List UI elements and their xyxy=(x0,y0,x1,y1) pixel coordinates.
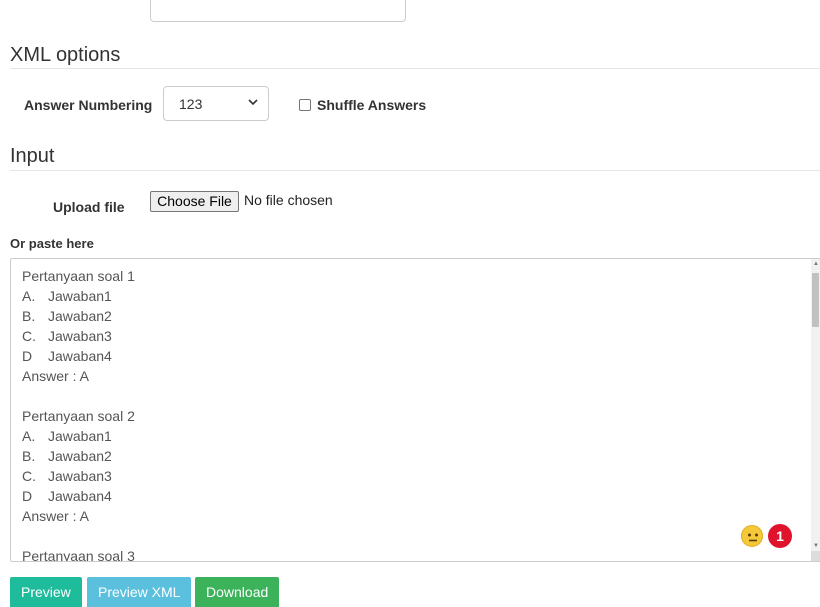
chevron-down-icon xyxy=(248,99,258,106)
neutral-face-glyph xyxy=(748,533,758,542)
textarea-line: Pertanyaan soal 2 xyxy=(22,408,135,424)
download-button[interactable]: Download xyxy=(195,577,280,607)
textarea-line: A. Jawaban1 xyxy=(22,288,112,304)
textarea-line xyxy=(22,526,135,546)
textarea-line: Pertanyaan soal 1 xyxy=(22,268,135,284)
top-text-input[interactable] xyxy=(150,0,406,22)
file-status-text: No file chosen xyxy=(244,192,333,208)
answer-numbering-label: Answer Numbering xyxy=(24,97,153,113)
textarea-line: A. Jawaban1 xyxy=(22,428,112,444)
notification-badge[interactable]: 1 xyxy=(768,524,792,548)
textarea-line: Answer : A xyxy=(22,368,89,384)
input-heading: Input xyxy=(10,145,55,167)
textarea-line: B. Jawaban2 xyxy=(22,308,112,324)
answer-numbering-select[interactable]: 123 xyxy=(163,86,269,121)
textarea-line: Pertanyaan soal 3 xyxy=(22,548,135,562)
shuffle-answers-label: Shuffle Answers xyxy=(317,97,427,113)
input-divider xyxy=(10,170,820,171)
scroll-thumb[interactable] xyxy=(812,273,819,327)
textarea-scrollbar[interactable]: ▲ ▼ xyxy=(811,259,820,561)
textarea-line: D Jawaban4 xyxy=(22,488,112,504)
neutral-face-icon[interactable] xyxy=(741,525,763,547)
resize-grip[interactable] xyxy=(811,551,820,561)
paste-textarea[interactable]: Pertanyaan soal 1 A. Jawaban1 B. Jawaban2 C. J… xyxy=(10,258,820,562)
textarea-line: B. Jawaban2 xyxy=(22,448,112,464)
textarea-content: Pertanyaan soal 1 A. Jawaban1 B. Jawaban2 C. J… xyxy=(22,266,135,562)
textarea-line xyxy=(22,386,135,406)
xml-options-heading: XML options xyxy=(10,44,121,66)
preview-button[interactable]: Preview xyxy=(10,577,82,607)
scroll-down-arrow-icon[interactable]: ▼ xyxy=(813,543,819,549)
scroll-up-arrow-icon[interactable]: ▲ xyxy=(813,261,819,267)
answer-numbering-value: 123 xyxy=(179,96,203,112)
shuffle-answers-checkbox[interactable] xyxy=(299,99,311,111)
textarea-line: D Jawaban4 xyxy=(22,348,112,364)
textarea-line: C. Jawaban3 xyxy=(22,328,112,344)
choose-file-button[interactable]: Choose File xyxy=(150,191,239,212)
textarea-line: Answer : A xyxy=(22,508,89,524)
upload-file-label: Upload file xyxy=(53,199,125,215)
xml-options-divider xyxy=(10,68,820,69)
textarea-line: C. Jawaban3 xyxy=(22,468,112,484)
preview-xml-button[interactable]: Preview XML xyxy=(87,577,192,607)
paste-label: Or paste here xyxy=(10,236,94,251)
